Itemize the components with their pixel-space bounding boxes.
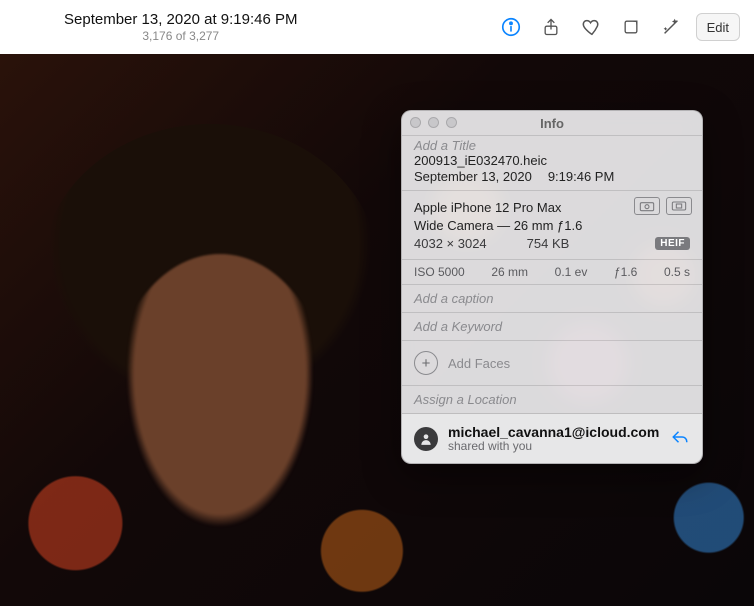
zoom-icon[interactable] bbox=[446, 117, 457, 128]
format-badge: HEIF bbox=[655, 237, 690, 250]
location-field[interactable]: Assign a Location bbox=[402, 385, 702, 413]
camera-block: Apple iPhone 12 Pro Max Wide Camera — 26… bbox=[402, 190, 702, 259]
shared-by: michael_cavanna1@icloud.com bbox=[448, 424, 659, 440]
exif-aperture: ƒ1.6 bbox=[614, 265, 637, 279]
exif-focal: 26 mm bbox=[491, 265, 528, 279]
rotate-button[interactable] bbox=[612, 11, 650, 43]
title-field[interactable]: Add a Title bbox=[414, 138, 690, 153]
camera-lens: Wide Camera — 26 mm ƒ1.6 bbox=[414, 217, 690, 235]
add-faces-row[interactable]: + Add Faces bbox=[402, 340, 702, 385]
exif-shutter: 0.5 s bbox=[664, 265, 690, 279]
filename: 200913_iE032470.heic bbox=[414, 153, 690, 168]
photo-content bbox=[110, 254, 330, 554]
info-button[interactable] bbox=[492, 11, 530, 43]
edit-button[interactable]: Edit bbox=[696, 13, 740, 41]
photo-date: September 13, 2020 bbox=[414, 169, 532, 184]
photo-timestamp: September 13, 2020 at 9:19:46 PM bbox=[64, 11, 298, 28]
exif-ev: 0.1 ev bbox=[555, 265, 588, 279]
auto-enhance-button[interactable] bbox=[652, 11, 690, 43]
favorite-button[interactable] bbox=[572, 11, 610, 43]
avatar-icon bbox=[414, 427, 438, 451]
white-balance-icon[interactable] bbox=[634, 197, 660, 215]
add-faces-label: Add Faces bbox=[448, 356, 510, 371]
keyword-field[interactable]: Add a Keyword bbox=[402, 312, 702, 340]
exif-iso: ISO 5000 bbox=[414, 265, 465, 279]
shared-subtitle: shared with you bbox=[448, 439, 659, 453]
info-titlebar[interactable]: Info bbox=[402, 111, 702, 135]
edit-button-label: Edit bbox=[707, 20, 729, 35]
reply-icon[interactable] bbox=[670, 428, 690, 449]
toolbar: September 13, 2020 at 9:19:46 PM 3,176 o… bbox=[0, 0, 754, 54]
info-window-title: Info bbox=[540, 116, 564, 131]
filesize: 754 KB bbox=[527, 236, 570, 251]
info-panel: Info Add a Title 200913_iE032470.heic Se… bbox=[401, 110, 703, 464]
photo-time: 9:19:46 PM bbox=[548, 169, 615, 184]
caption-field[interactable]: Add a caption bbox=[402, 284, 702, 312]
title-block: September 13, 2020 at 9:19:46 PM 3,176 o… bbox=[64, 11, 298, 43]
photo-counter: 3,176 of 3,277 bbox=[64, 29, 298, 43]
minimize-icon[interactable] bbox=[428, 117, 439, 128]
plus-icon[interactable]: + bbox=[414, 351, 438, 375]
exif-row: ISO 5000 26 mm 0.1 ev ƒ1.6 0.5 s bbox=[402, 259, 702, 284]
close-icon[interactable] bbox=[410, 117, 421, 128]
share-button[interactable] bbox=[532, 11, 570, 43]
window-controls[interactable] bbox=[410, 117, 457, 128]
shared-row: michael_cavanna1@icloud.com shared with … bbox=[402, 413, 702, 463]
metering-icon[interactable] bbox=[666, 197, 692, 215]
dimensions: 4032 × 3024 bbox=[414, 236, 487, 251]
